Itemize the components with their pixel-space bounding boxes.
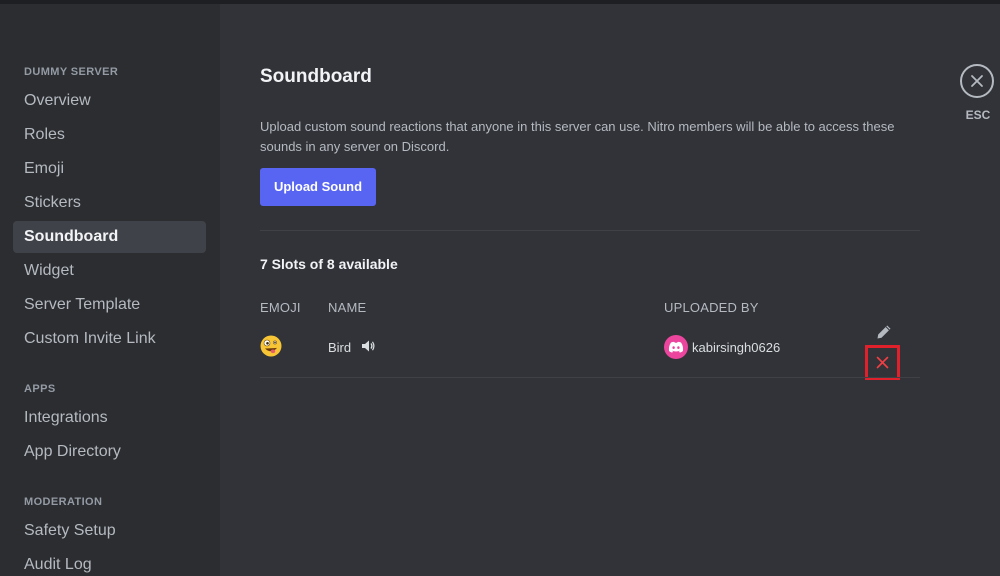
sidebar-item-integrations[interactable]: Integrations: [13, 402, 206, 434]
sound-name: Bird: [328, 340, 352, 355]
page-title: Soundboard: [260, 66, 372, 87]
esc-label: ESC: [965, 108, 991, 122]
uploader-name: kabirsingh0626: [692, 340, 781, 355]
slots-available-text: 7 Slots of 8 available: [260, 256, 398, 272]
avatar: [664, 335, 688, 359]
row-divider: [260, 377, 920, 378]
sidebar-item-custom-invite-link[interactable]: Custom Invite Link: [13, 323, 206, 355]
speaker-icon[interactable]: [361, 339, 375, 353]
section-header-moderation: MODERATION: [24, 496, 103, 508]
sidebar-item-stickers[interactable]: Stickers: [13, 187, 206, 219]
sidebar-item-soundboard[interactable]: Soundboard: [13, 221, 206, 253]
settings-sidebar: DUMMY SERVER Overview Roles Emoji Sticke…: [0, 4, 220, 576]
page-description: Upload custom sound reactions that anyon…: [260, 119, 895, 154]
sidebar-item-emoji[interactable]: Emoji: [13, 153, 206, 185]
column-header-uploaded-by: UPLOADED BY: [664, 300, 759, 315]
sidebar-item-server-template[interactable]: Server Template: [13, 289, 206, 321]
close-icon: [971, 75, 983, 87]
section-header-apps: APPS: [24, 383, 56, 395]
soundboard-settings-panel: Soundboard Upload custom sound reactions…: [220, 4, 1000, 576]
sidebar-item-app-directory[interactable]: App Directory: [13, 436, 206, 468]
column-header-emoji: EMOJI: [260, 300, 301, 315]
column-header-name: NAME: [328, 300, 367, 315]
delete-sound-button[interactable]: [865, 345, 900, 380]
discord-logo-icon: [668, 341, 684, 353]
close-settings-button[interactable]: [960, 64, 994, 98]
zany-face-icon: [260, 335, 282, 357]
sidebar-item-widget[interactable]: Widget: [13, 255, 206, 287]
close-icon: [876, 356, 889, 369]
sidebar-item-audit-log[interactable]: Audit Log: [13, 549, 206, 576]
sidebar-item-overview[interactable]: Overview: [13, 85, 206, 117]
sidebar-item-roles[interactable]: Roles: [13, 119, 206, 151]
section-header-server: DUMMY SERVER: [24, 66, 119, 78]
upload-sound-button[interactable]: Upload Sound: [260, 168, 376, 206]
sidebar-item-safety-setup[interactable]: Safety Setup: [13, 515, 206, 547]
divider: [260, 230, 920, 231]
pencil-icon[interactable]: [876, 324, 892, 340]
